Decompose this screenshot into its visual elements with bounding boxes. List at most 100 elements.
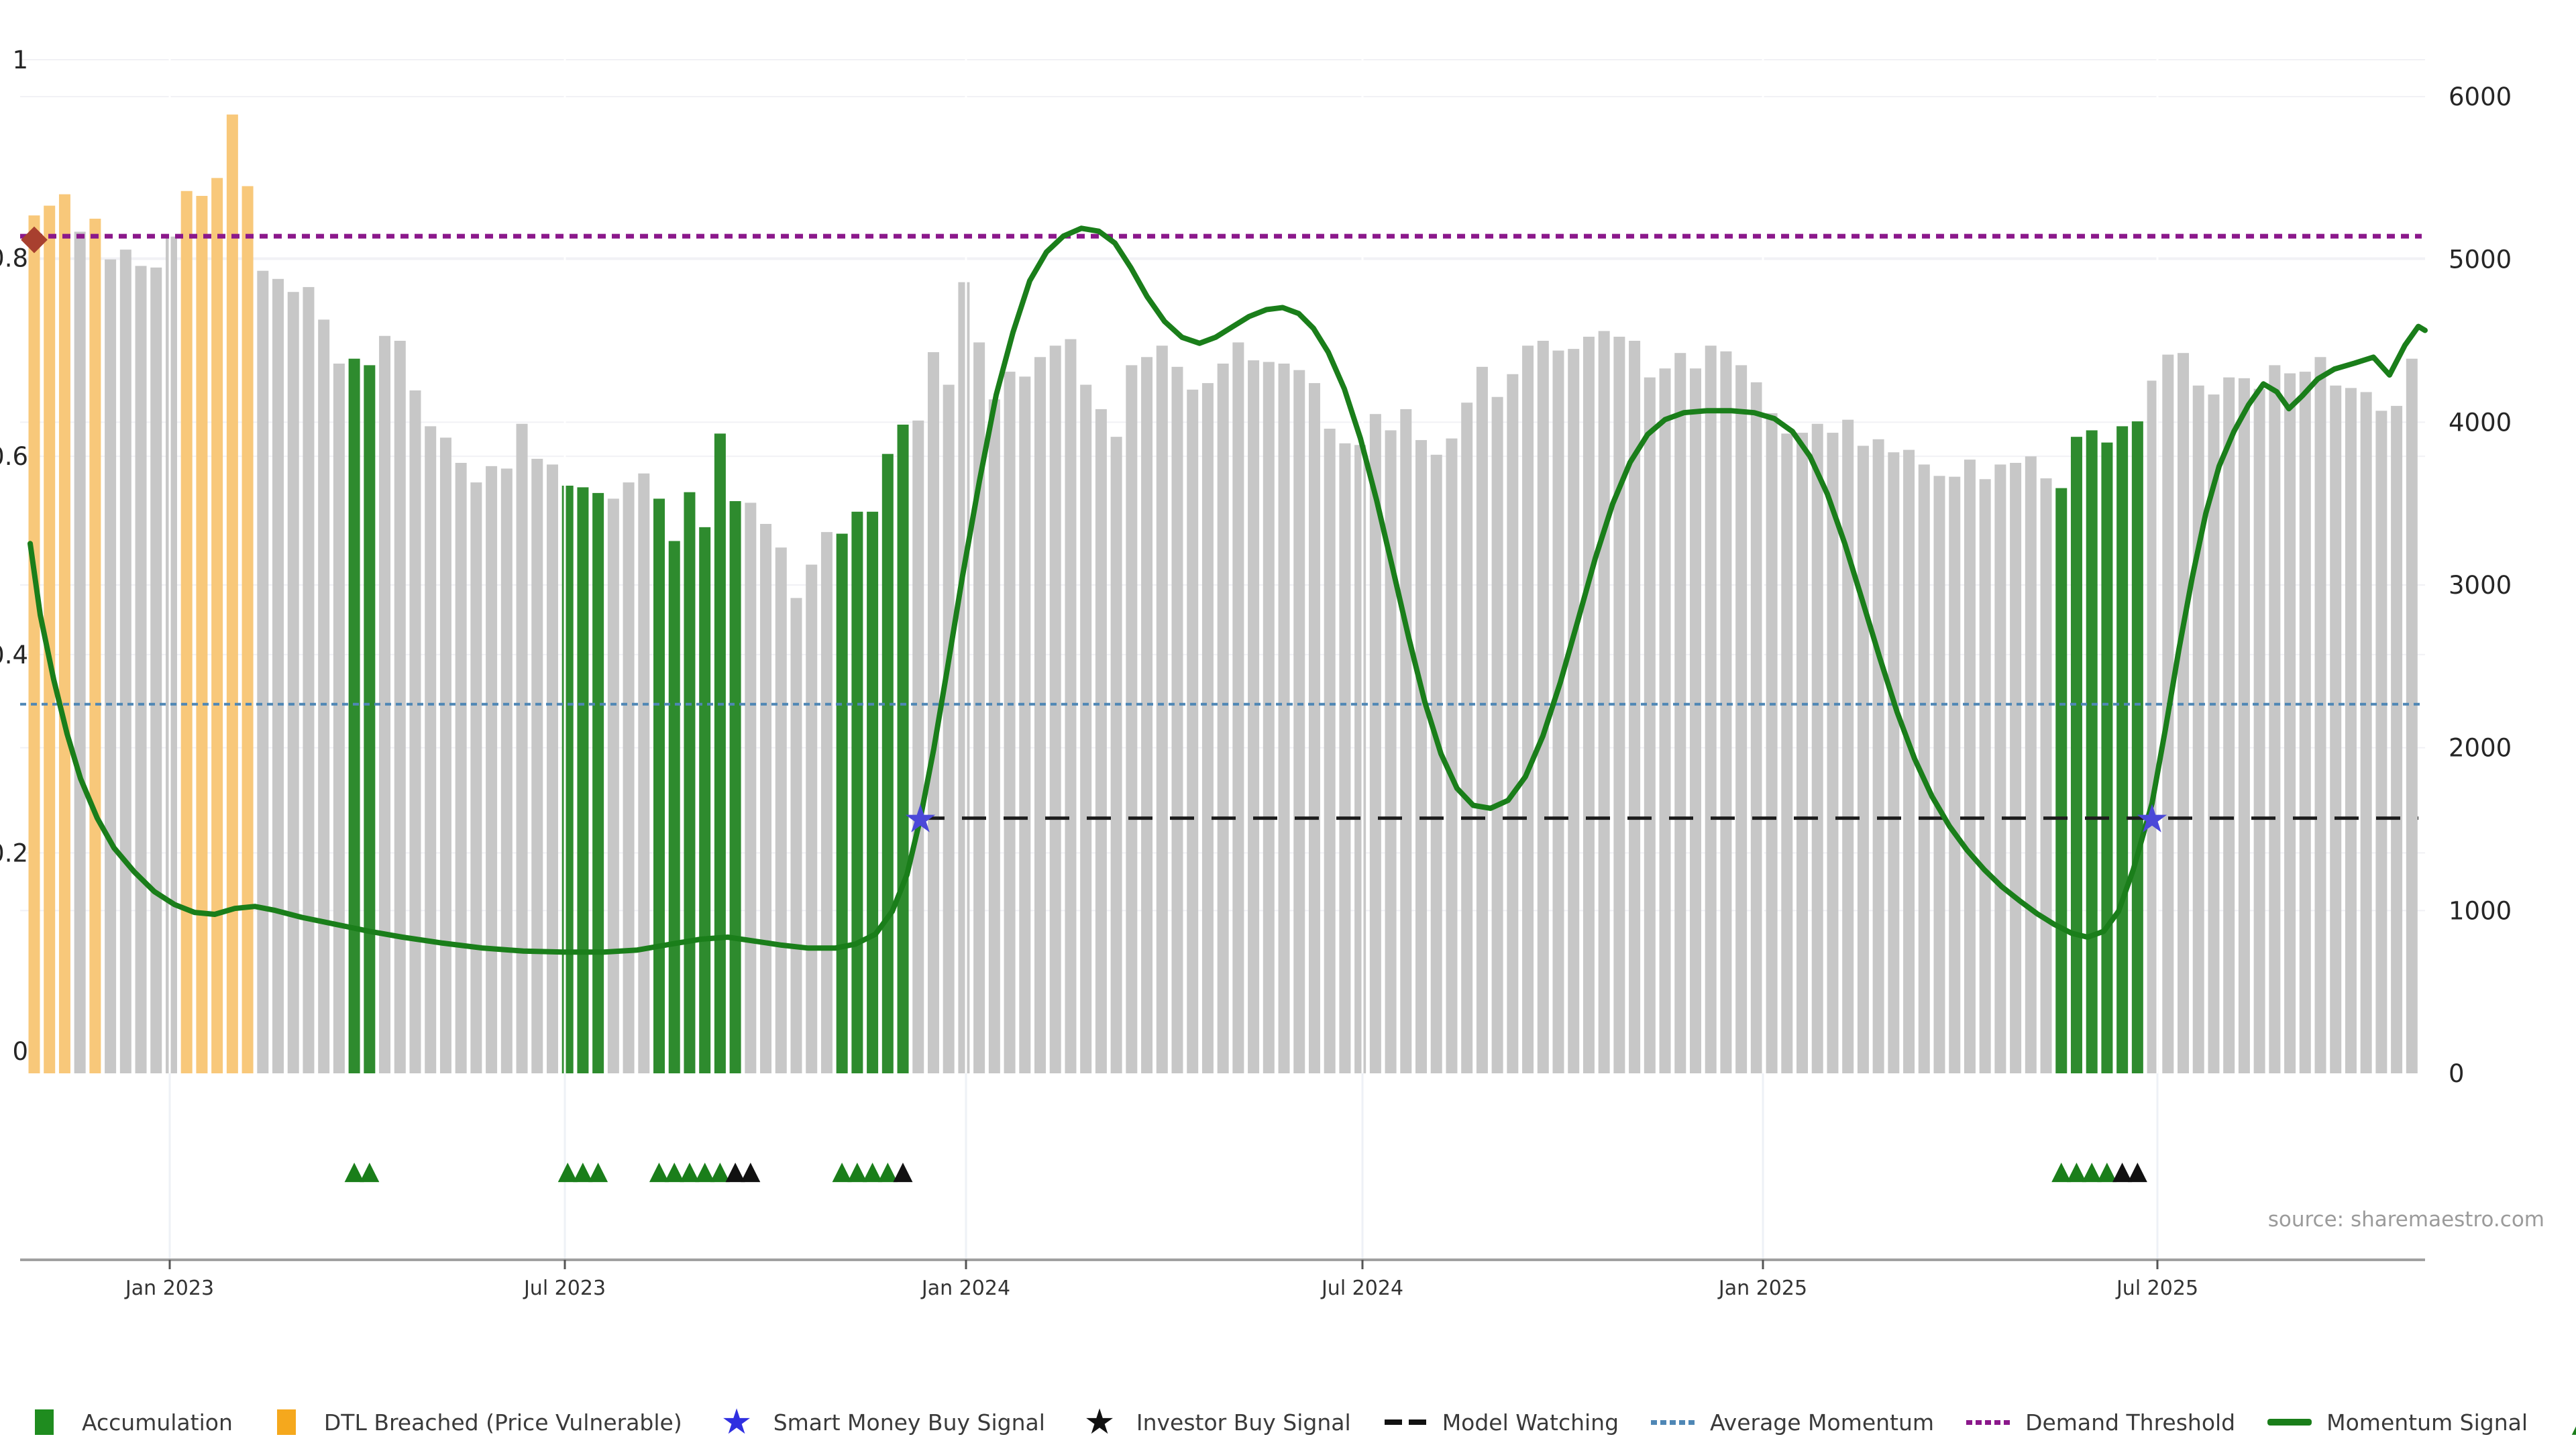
right-axis-label: 1000 [2449, 896, 2512, 925]
left-axis-label: 0.4 [0, 641, 28, 669]
price-bar [2375, 411, 2387, 1073]
price-bar [1842, 420, 1854, 1073]
investor-triangle-icon: ▲ [2128, 1156, 2148, 1185]
price-bar [2254, 389, 2265, 1073]
price-bar [1720, 352, 1731, 1073]
left-axis-label: 1 [12, 46, 28, 74]
price-bar [120, 250, 131, 1073]
price-bar [136, 266, 147, 1073]
right-axis-label: 5000 [2449, 246, 2512, 274]
legend-label: Smart Money Buy Signal [773, 1409, 1045, 1436]
price-bar [1080, 385, 1091, 1073]
price-bar [1949, 477, 1960, 1073]
price-bar [2330, 386, 2341, 1073]
price-bar [74, 231, 86, 1073]
price-bar [1339, 443, 1350, 1073]
price-bar [714, 433, 726, 1073]
price-bar [2406, 359, 2418, 1073]
price-bar [1232, 342, 1244, 1073]
legend-label: Accumulation [82, 1409, 233, 1436]
price-bar [272, 279, 284, 1073]
price-bar [2315, 357, 2326, 1073]
right-axis-label: 2000 [2449, 734, 2512, 763]
accumulation-bar-icon [19, 1406, 71, 1438]
smart-money-buy-signal-icon: ★ [710, 1406, 763, 1438]
price-bar [1766, 413, 1778, 1073]
price-bar [1415, 440, 1427, 1073]
price-bar [1888, 452, 1899, 1073]
demand-threshold-icon [1962, 1406, 2015, 1438]
price-bar [1903, 450, 1915, 1073]
price-bar [1568, 349, 1579, 1073]
price-bar [2178, 353, 2189, 1073]
price-bar [1644, 378, 1656, 1073]
legend-label: Momentum Signal [2326, 1409, 2528, 1436]
price-bar [1050, 345, 1061, 1073]
price-bar [1263, 362, 1275, 1073]
price-bar [470, 482, 482, 1073]
legend-item-demand-threshold: Demand Threshold [1962, 1406, 2235, 1438]
price-bar [257, 271, 268, 1073]
average-momentum-icon [1647, 1406, 1699, 1438]
price-bar [2223, 378, 2235, 1073]
price-bar [2391, 406, 2402, 1073]
price-bar [440, 437, 451, 1073]
left-axis-label: 0.6 [0, 442, 28, 471]
price-bar [531, 459, 543, 1073]
price-bar [1553, 351, 1564, 1073]
price-bar [364, 365, 375, 1073]
legend-item-average-momentum: Average Momentum [1647, 1406, 1934, 1438]
price-bar [181, 191, 193, 1073]
x-axis-label: Jan 2024 [920, 1277, 1010, 1300]
price-bar [2132, 421, 2143, 1073]
dtl-breached-icon [261, 1406, 313, 1438]
x-axis-label: Jul 2023 [523, 1277, 606, 1300]
price-bar [166, 237, 177, 1073]
price-bar [227, 115, 238, 1073]
price-bar [2284, 374, 2296, 1073]
price-bar [1034, 357, 1046, 1073]
price-bar [2193, 386, 2204, 1073]
price-bar [2101, 443, 2112, 1073]
price-bar [1873, 439, 1884, 1073]
accumulation-triangle-icon: ▲ [588, 1156, 608, 1185]
price-bar [1781, 433, 1792, 1073]
price-bar [1507, 374, 1518, 1073]
price-bar [699, 527, 710, 1073]
price-bar [837, 534, 848, 1073]
price-bar [867, 512, 878, 1073]
price-bar [653, 498, 665, 1073]
price-bar [2010, 463, 2021, 1073]
left-axis-label: 0 [12, 1037, 28, 1066]
price-bar [1141, 357, 1152, 1073]
price-bar [806, 565, 817, 1073]
price-bar [1690, 368, 1701, 1073]
price-bar [1827, 433, 1838, 1073]
legend-item-dtl-breached: DTL Breached (Price Vulnerable) [261, 1406, 682, 1438]
price-bar [1111, 437, 1122, 1073]
price-bar [1599, 331, 1610, 1073]
price-bar [943, 385, 955, 1073]
price-bar [1858, 446, 1869, 1073]
price-bar [1674, 353, 1686, 1073]
price-bar [1218, 364, 1229, 1073]
price-bar [1431, 455, 1442, 1073]
smart-money-buy-star-icon: ★ [903, 796, 938, 842]
price-bar [577, 487, 588, 1073]
price-bar [989, 399, 1000, 1073]
smart-money-buy-star-icon: ★ [2135, 796, 2169, 842]
price-bar [211, 178, 223, 1073]
price-bar [349, 359, 360, 1073]
investor-triangle-icon: ▲ [893, 1156, 913, 1185]
accumulation-triangle-icon: ▲ [2556, 1406, 2576, 1438]
price-bar [898, 425, 909, 1073]
price-bar [29, 215, 40, 1073]
price-bar [1065, 339, 1076, 1073]
price-bar [455, 463, 467, 1073]
price-bar [394, 341, 406, 1073]
price-bar [1187, 390, 1198, 1073]
price-bar [1980, 479, 1991, 1073]
price-bar [2345, 388, 2357, 1073]
price-bar [501, 468, 513, 1073]
price-bar [669, 541, 680, 1073]
